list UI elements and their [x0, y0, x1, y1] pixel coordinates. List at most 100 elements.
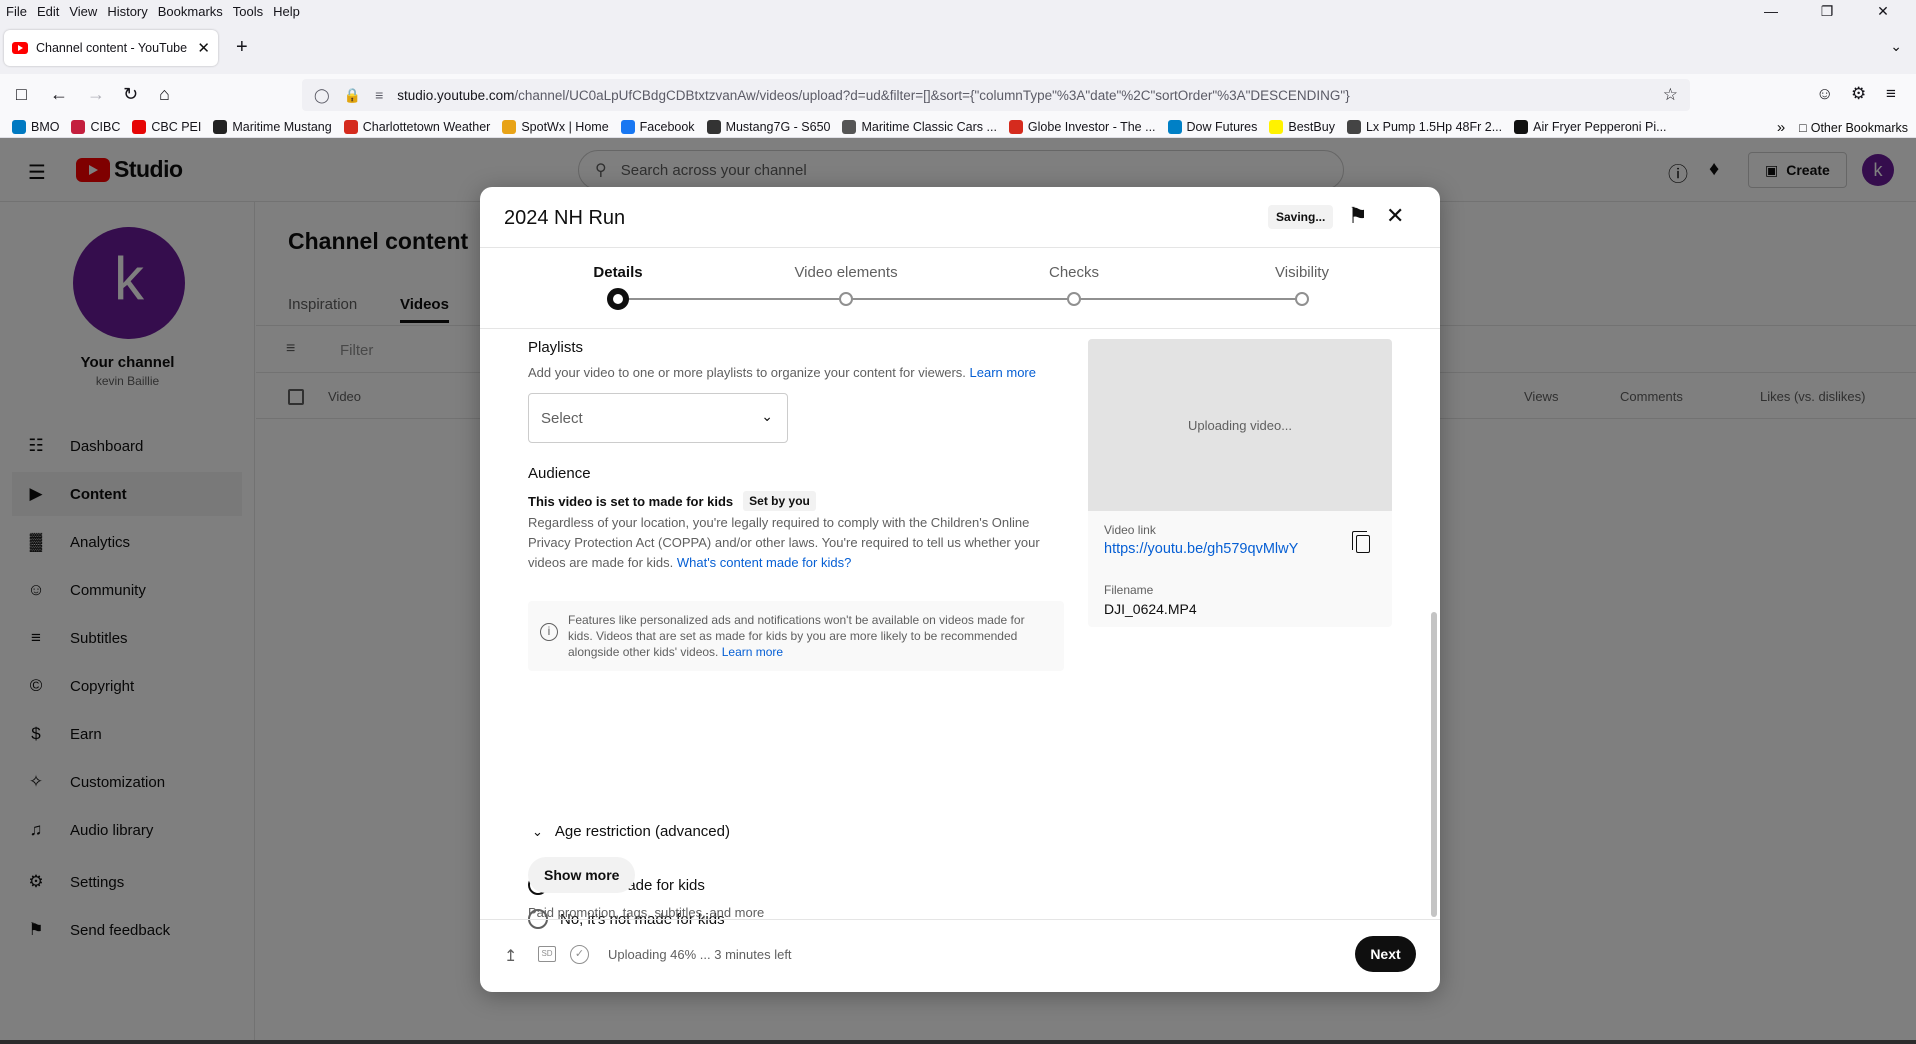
bookmark-favicon-icon: [620, 119, 635, 134]
hd-icon[interactable]: SD: [538, 946, 556, 962]
video-link-label: Video link: [1104, 523, 1156, 537]
playlists-learn-more-link[interactable]: Learn more: [970, 365, 1036, 380]
upload-status: Uploading 46% ... 3 minutes left: [608, 947, 792, 962]
browser-tab[interactable]: Channel content - YouTube Stu ✕: [4, 30, 218, 66]
bookmark-item[interactable]: CIBC: [71, 119, 120, 134]
lock-icon[interactable]: 🔒: [344, 87, 361, 104]
new-tab-icon[interactable]: +: [236, 36, 248, 59]
menu-file[interactable]: File: [6, 4, 27, 19]
step-label: Details: [593, 264, 643, 281]
show-more-button[interactable]: Show more: [528, 857, 636, 893]
bookmark-item[interactable]: Air Fryer Pepperoni Pi...: [1514, 119, 1667, 134]
audience-status: This video is set to made for kids Set b…: [528, 491, 816, 511]
check-icon[interactable]: ✓: [570, 945, 589, 964]
close-tab-icon[interactable]: ✕: [197, 39, 210, 57]
address-bar[interactable]: ◯ 🔒 ≡ studio.youtube.com/channel/UC0aLpU…: [302, 79, 1690, 111]
step-visibility[interactable]: Visibility: [1202, 248, 1402, 306]
bookmark-favicon-icon: [213, 119, 228, 134]
bookmark-item[interactable]: BestBuy: [1269, 119, 1335, 134]
tab-title: Channel content - YouTube Stu: [36, 41, 191, 55]
forward-icon[interactable]: →: [87, 84, 105, 105]
bookmark-item[interactable]: Globe Investor - The ...: [1008, 119, 1156, 134]
app-menu-icon[interactable]: ≡: [1886, 84, 1896, 104]
audience-status-text: This video is set to made for kids: [528, 493, 734, 509]
back-icon[interactable]: ←: [50, 84, 68, 105]
made-for-kids-link[interactable]: What's content made for kids?: [677, 555, 851, 570]
bookmark-label: Facebook: [639, 119, 695, 134]
dialog-title: 2024 NH Run: [504, 207, 626, 229]
bookmark-label: Maritime Classic Cars ...: [861, 119, 997, 134]
bookmark-favicon-icon: [343, 119, 358, 134]
bookmark-label: Mustang7G - S650: [725, 119, 831, 134]
restore-icon[interactable]: ❐: [1804, 0, 1850, 22]
minimize-icon[interactable]: —: [1748, 0, 1794, 22]
step-checks[interactable]: Checks: [974, 248, 1174, 306]
home-icon[interactable]: ⌂: [159, 84, 170, 105]
bookmark-favicon-icon: [132, 119, 147, 134]
bookmark-label: Charlottetown Weather: [362, 119, 491, 134]
bookmark-item[interactable]: Maritime Mustang: [213, 119, 332, 134]
bookmark-favicon-icon: [1269, 119, 1284, 134]
upload-icon[interactable]: ↥: [504, 946, 517, 966]
menu-tools[interactable]: Tools: [233, 4, 263, 19]
report-icon[interactable]: ⚑: [1348, 203, 1368, 229]
playlist-select[interactable]: Select ⌄: [528, 393, 788, 443]
close-icon[interactable]: ✕: [1386, 203, 1404, 229]
bookmark-label: Air Fryer Pepperoni Pi...: [1533, 119, 1667, 134]
playlists-desc-text: Add your video to one or more playlists …: [528, 365, 966, 380]
bookmark-label: Maritime Mustang: [232, 119, 332, 134]
bookmark-item[interactable]: BMO: [12, 119, 59, 134]
bookmark-favicon-icon: [706, 119, 721, 134]
bookmark-item[interactable]: Mustang7G - S650: [706, 119, 831, 134]
copy-icon[interactable]: [1352, 531, 1370, 553]
folder-icon: □: [1799, 120, 1807, 135]
bookmark-item[interactable]: Dow Futures: [1167, 119, 1257, 134]
bookmark-item[interactable]: SpotWx | Home: [502, 119, 609, 134]
set-by-you-badge: Set by you: [743, 491, 816, 511]
more-bookmarks-icon[interactable]: »: [1777, 119, 1785, 136]
video-link[interactable]: https://youtu.be/gh579qvMlwY: [1104, 541, 1298, 557]
filename-value: DJI_0624.MP4: [1104, 601, 1197, 617]
navigation-bar: □ ← → ↻ ⌂ ◯ 🔒 ≡ studio.youtube.com/chann…: [0, 74, 1916, 116]
bookmark-favicon-icon: [1008, 119, 1023, 134]
info-icon: i: [540, 623, 558, 641]
bookmark-star-icon[interactable]: ☆: [1663, 85, 1678, 105]
url-text[interactable]: studio.youtube.com/channel/UC0aLpUfCBdgC…: [397, 88, 1349, 103]
upload-dialog: 2024 NH Run Saving... ⚑ ✕ Details Video …: [480, 187, 1440, 992]
browser-menubar: File Edit View History Bookmarks Tools H…: [0, 0, 1916, 22]
reload-icon[interactable]: ↻: [123, 84, 138, 105]
extensions-icon[interactable]: ⚙: [1851, 84, 1866, 104]
other-bookmarks-label: Other Bookmarks: [1810, 120, 1908, 135]
other-bookmarks[interactable]: » □ Other Bookmarks: [1777, 119, 1908, 136]
step-video-elements[interactable]: Video elements: [746, 248, 946, 306]
menu-bookmarks[interactable]: Bookmarks: [158, 4, 223, 19]
youtube-favicon-icon: [12, 42, 28, 54]
bookmark-label: SpotWx | Home: [521, 119, 609, 134]
permissions-icon[interactable]: ≡: [375, 87, 383, 103]
step-details[interactable]: Details: [518, 248, 718, 310]
next-button[interactable]: Next: [1355, 936, 1416, 972]
bookmark-item[interactable]: CBC PEI: [132, 119, 201, 134]
sidebar-toggle-icon[interactable]: □: [16, 84, 27, 105]
step-label: Visibility: [1275, 264, 1329, 281]
menu-history[interactable]: History: [107, 4, 147, 19]
saving-badge: Saving...: [1268, 205, 1334, 229]
info-learn-more-link[interactable]: Learn more: [722, 645, 783, 659]
bookmark-item[interactable]: Facebook: [620, 119, 695, 134]
account-icon[interactable]: ☺: [1816, 84, 1833, 104]
shield-icon[interactable]: ◯: [314, 87, 330, 104]
audience-title: Audience: [528, 465, 591, 482]
menu-help[interactable]: Help: [273, 4, 300, 19]
menu-edit[interactable]: Edit: [37, 4, 59, 19]
menu-view[interactable]: View: [69, 4, 97, 19]
age-restriction-toggle[interactable]: ⌄ Age restriction (advanced): [532, 823, 730, 840]
bookmark-favicon-icon: [1346, 119, 1361, 134]
stepper-line: [618, 298, 1302, 300]
bookmark-item[interactable]: Charlottetown Weather: [343, 119, 491, 134]
list-tabs-icon[interactable]: ⌄: [1890, 38, 1902, 55]
bookmark-item[interactable]: Maritime Classic Cars ...: [842, 119, 997, 134]
info-body: Features like personalized ads and notif…: [568, 613, 1025, 659]
video-preview-card: Uploading video... Video link https://yo…: [1088, 339, 1392, 627]
close-window-icon[interactable]: ✕: [1860, 0, 1906, 22]
bookmark-item[interactable]: Lx Pump 1.5Hp 48Fr 2...: [1346, 119, 1502, 134]
